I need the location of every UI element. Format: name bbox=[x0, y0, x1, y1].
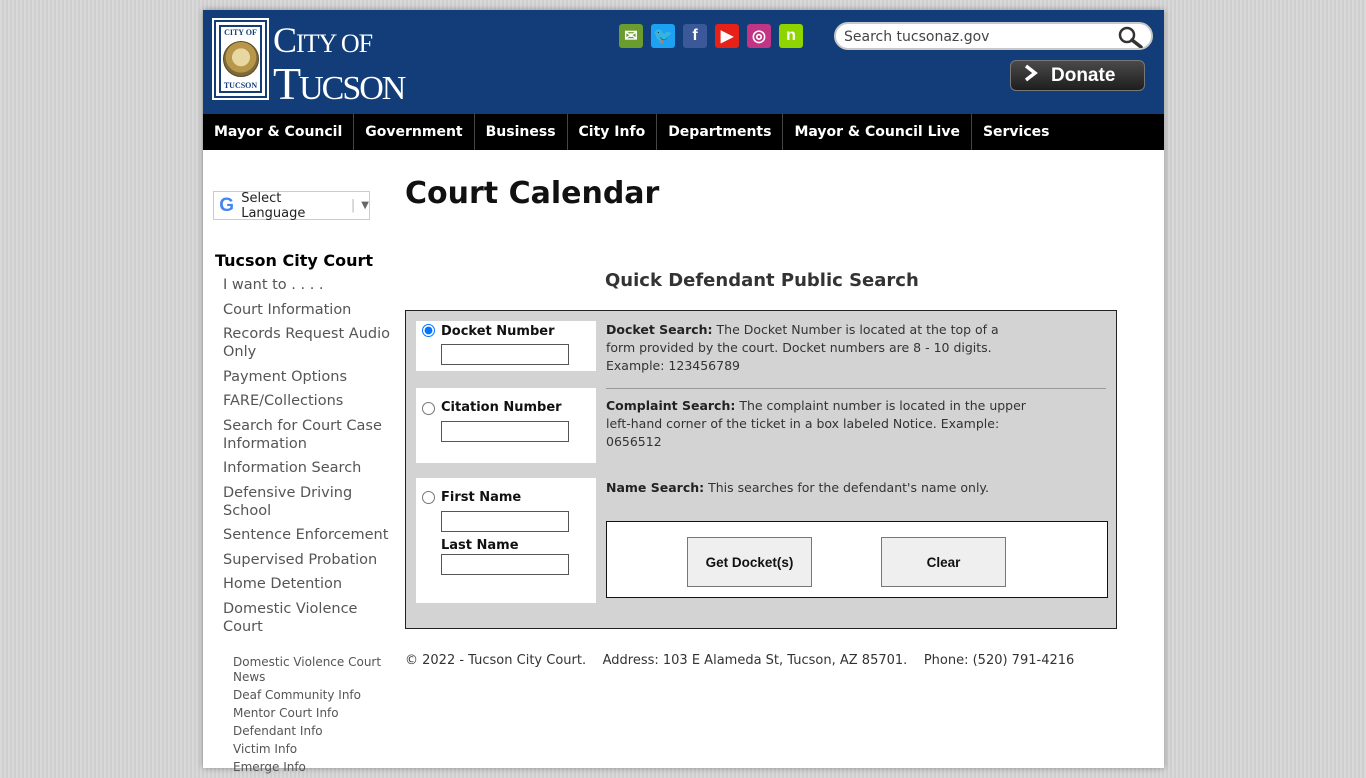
facebook-icon[interactable]: f bbox=[683, 24, 707, 48]
site-search bbox=[834, 22, 1153, 50]
sidebar-link[interactable]: FARE/Collections bbox=[223, 392, 393, 410]
sidebar-sublink[interactable]: Mentor Court Info bbox=[233, 706, 388, 721]
last-name-input[interactable] bbox=[441, 554, 569, 575]
citation-label: Citation Number bbox=[441, 400, 562, 415]
city-wordmark-logo[interactable]: CITY OF TUCSON bbox=[273, 22, 406, 109]
first-name-label: First Name bbox=[441, 490, 522, 505]
nav-item-services[interactable]: Services bbox=[972, 114, 1061, 150]
sidebar-link[interactable]: Home Detention bbox=[223, 575, 393, 593]
sidebar-nav: I want to . . . . Court Information Record… bbox=[223, 276, 393, 642]
main-nav: Mayor & Council Government Business City In… bbox=[203, 114, 1164, 150]
nav-item-government[interactable]: Government bbox=[354, 114, 475, 150]
sidebar-title[interactable]: Tucson City Court bbox=[215, 251, 373, 270]
sidebar-link[interactable]: Domestic Violence Court bbox=[223, 600, 393, 636]
sidebar-link[interactable]: Court Information bbox=[223, 301, 393, 319]
docket-number-input[interactable] bbox=[441, 344, 569, 365]
page-title: Court Calendar bbox=[405, 176, 660, 211]
sidebar-link[interactable]: Information Search bbox=[223, 459, 393, 477]
name-option: First Name Last Name bbox=[416, 478, 596, 603]
get-dockets-button[interactable]: Get Docket(s) bbox=[687, 537, 812, 587]
seal-emblem-icon bbox=[222, 41, 259, 77]
search-actions: Get Docket(s) Clear bbox=[606, 521, 1108, 598]
sidebar-link[interactable]: Search for Court Case Information bbox=[223, 417, 393, 453]
nav-item-mayor-council[interactable]: Mayor & Council bbox=[203, 114, 355, 150]
language-select-label: Select Language bbox=[241, 190, 306, 221]
divider bbox=[606, 388, 1106, 389]
nav-item-business[interactable]: Business bbox=[475, 114, 568, 150]
google-icon: G bbox=[219, 194, 234, 216]
citation-description: Complaint Search: The complaint number i… bbox=[606, 398, 1026, 449]
donate-label: Donate bbox=[1051, 64, 1116, 86]
citation-radio[interactable] bbox=[422, 402, 435, 415]
chevron-right-icon bbox=[1023, 64, 1039, 88]
clear-button[interactable]: Clear bbox=[881, 537, 1006, 587]
sidebar-link[interactable]: Sentence Enforcement bbox=[223, 526, 393, 544]
nav-item-departments[interactable]: Departments bbox=[657, 114, 784, 150]
dropdown-arrow-icon: ▼ bbox=[361, 200, 369, 211]
sidebar-link[interactable]: Payment Options bbox=[223, 368, 393, 386]
instagram-icon[interactable]: ◎ bbox=[747, 24, 771, 48]
nextdoor-icon[interactable]: n bbox=[779, 24, 803, 48]
citation-option: Citation Number bbox=[416, 388, 596, 463]
sidebar-subnav: Domestic Violence Court News Deaf Communi… bbox=[233, 655, 388, 778]
social-links: ✉ 🐦 f ▶ ◎ n bbox=[619, 24, 803, 48]
name-description: Name Search: This searches for the defen… bbox=[606, 480, 990, 495]
docket-description: Docket Search: The Docket Number is loca… bbox=[606, 322, 999, 373]
youtube-icon[interactable]: ▶ bbox=[715, 24, 739, 48]
search-input[interactable] bbox=[844, 27, 1114, 47]
first-name-input[interactable] bbox=[441, 511, 569, 532]
last-name-label: Last Name bbox=[441, 538, 519, 553]
sidebar-sublink[interactable]: Deaf Community Info bbox=[233, 688, 388, 703]
defendant-search-panel: Docket Number Docket Search: The Docket … bbox=[405, 310, 1117, 629]
site-header: CITY OF TUCSON CITY OF TUCSON ✉ 🐦 f ▶ ◎ n bbox=[203, 10, 1164, 114]
sidebar-sublink[interactable]: Defendant Info bbox=[233, 724, 388, 739]
sidebar-link[interactable]: Defensive Driving School bbox=[223, 484, 393, 520]
sidebar-link[interactable]: Records Request Audio Only bbox=[223, 325, 393, 361]
page: CITY OF TUCSON CITY OF TUCSON ✉ 🐦 f ▶ ◎ n bbox=[203, 10, 1164, 774]
language-select[interactable]: G Select Language | ▼ bbox=[213, 190, 370, 221]
sidebar-link[interactable]: I want to . . . . bbox=[223, 276, 393, 294]
docket-option: Docket Number bbox=[416, 321, 596, 371]
page-footer: © 2022 - Tucson City Court. Address: 103… bbox=[405, 653, 1075, 668]
search-section-title: Quick Defendant Public Search bbox=[605, 270, 919, 291]
nav-item-mayor-council-live[interactable]: Mayor & Council Live bbox=[783, 114, 972, 150]
email-icon[interactable]: ✉ bbox=[619, 24, 643, 48]
twitter-icon[interactable]: 🐦 bbox=[651, 24, 675, 48]
nav-item-city-info[interactable]: City Info bbox=[568, 114, 658, 150]
seal-bottom-text: TUCSON bbox=[223, 81, 258, 90]
city-seal-logo[interactable]: CITY OF TUCSON bbox=[212, 18, 269, 100]
docket-label: Docket Number bbox=[441, 324, 555, 339]
sidebar-sublink[interactable]: Domestic Violence Court News bbox=[233, 655, 388, 685]
seal-top-text: CITY OF bbox=[224, 28, 257, 37]
sidebar-link[interactable]: Supervised Probation bbox=[223, 551, 393, 569]
sidebar-sublink[interactable]: Victim Info bbox=[233, 742, 388, 757]
name-radio[interactable] bbox=[422, 491, 435, 504]
donate-button[interactable]: Donate bbox=[1010, 60, 1145, 91]
search-icon[interactable] bbox=[1117, 26, 1143, 49]
docket-radio[interactable] bbox=[422, 324, 435, 337]
citation-number-input[interactable] bbox=[441, 421, 569, 442]
